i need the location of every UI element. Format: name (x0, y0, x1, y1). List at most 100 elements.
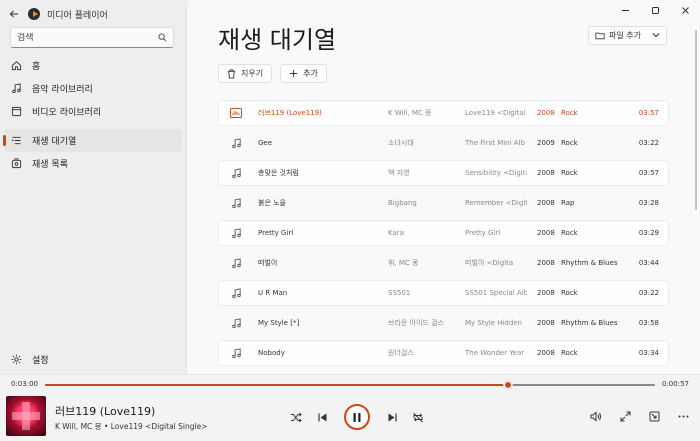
close-button[interactable] (670, 0, 700, 20)
track-title: My Style [*] (258, 319, 300, 327)
skip-next-icon (388, 413, 397, 421)
progress-thumb[interactable] (503, 381, 512, 389)
queue-row[interactable]: Pretty Girl Kara Pretty Girl 2008 Rock 03:29 (218, 220, 669, 246)
repeat-button[interactable] (409, 408, 427, 426)
nav-item-now-playing[interactable]: 재생 대기열 (3, 129, 182, 152)
music-note-icon (10, 83, 22, 95)
track-genre: Rock (561, 349, 578, 357)
elapsed-time: 0:03:00 (11, 380, 38, 388)
search-icon[interactable] (158, 33, 167, 42)
minimize-button[interactable] (610, 0, 640, 20)
video-icon (10, 106, 22, 118)
main-pane: 재생 대기열 파일 추가 지우기 추가 러브119 (Love119) K Wil… (186, 0, 700, 374)
back-button[interactable] (0, 0, 28, 28)
track-title: U R Man (258, 289, 288, 297)
nav-item-home[interactable]: 홈 (4, 54, 182, 77)
nav-item-settings[interactable]: 설정 (4, 348, 182, 371)
sidebar: 미디어 플레이어 홈 음악 라이브러리 비디오 라이브러리 (0, 0, 186, 374)
track-year: 2008 (537, 259, 555, 267)
track-year: 2008 (537, 109, 555, 117)
progress-fill (45, 384, 508, 386)
track-genre: Rock (561, 139, 578, 147)
add-button[interactable]: 추가 (280, 64, 327, 83)
nav-list: 홈 음악 라이브러리 비디오 라이브러리 재생 대기열 재생 목록 (0, 54, 186, 175)
track-genre: Rock (561, 109, 578, 117)
track-album: SS501 Special Alb (465, 289, 527, 297)
track-artist: 백 지영 (388, 169, 410, 177)
now-playing-title: 러브119 (Love119) (55, 405, 156, 418)
queue-row[interactable]: 떠벌이 휘, MC 몽 떠벌이 <Digita 2008 Rhythm & Blues 0… (218, 250, 669, 276)
clear-button[interactable]: 지우기 (218, 64, 273, 83)
page-title: 재생 대기열 (218, 26, 337, 54)
album-art[interactable] (6, 396, 46, 436)
mini-player-button[interactable] (645, 407, 663, 425)
track-title: 떠벌이 (258, 259, 278, 267)
queue-row[interactable]: Gee 소녀시대 The First Mini Alb 2009 Rock 03:22 (218, 130, 669, 156)
folder-icon (595, 32, 605, 40)
track-genre: Rock (561, 169, 578, 177)
player-bar: 0:03:00 0:00:57 러브119 (Love119) K Will, … (0, 374, 700, 441)
expand-icon (620, 411, 630, 421)
track-album: Remember <Digit (465, 199, 527, 207)
track-year: 2008 (537, 289, 555, 297)
nav-item-label: 비디오 라이브러리 (32, 108, 102, 118)
add-file-label: 파일 추가 (609, 31, 641, 40)
maximize-button[interactable] (640, 0, 670, 20)
track-album: Sensibility <Digita (465, 169, 527, 177)
music-note-icon (229, 167, 243, 179)
more-icon (678, 415, 688, 417)
shuffle-icon (291, 412, 302, 422)
track-year: 2008 (537, 319, 555, 327)
music-note-icon (229, 317, 243, 329)
add-file-button[interactable]: 파일 추가 (588, 26, 667, 45)
queue-row[interactable]: 러브119 (Love119) K Will, MC 몽 Love119 <Digi… (218, 100, 669, 126)
queue-row[interactable]: 붉은 노을 Bigbang Remember <Digit 2008 Rap 03:28 (218, 190, 669, 216)
volume-button[interactable] (587, 407, 605, 425)
previous-button[interactable] (313, 408, 331, 426)
nav-item-video-library[interactable]: 비디오 라이브러리 (4, 100, 182, 123)
playlist-icon (10, 158, 22, 170)
nav-item-label: 재생 대기열 (32, 137, 77, 147)
track-genre: Rap (561, 199, 575, 207)
queue-row[interactable]: Nobody 원더걸스 The Wonder Year 2008 Rock 03:34 (218, 340, 669, 366)
progress-bar[interactable] (45, 381, 655, 389)
plus-icon (289, 69, 298, 78)
track-duration: 03:57 (638, 109, 659, 117)
music-note-icon (229, 227, 243, 239)
close-icon (681, 6, 689, 14)
clear-label: 지우기 (241, 69, 264, 78)
queue-row[interactable]: My Style [*] 브라운 아이드 걸스 My Style Hidden 200… (218, 310, 669, 336)
more-options-button[interactable] (674, 407, 692, 425)
play-pause-button[interactable] (344, 404, 370, 430)
track-artist: 소녀시대 (388, 139, 414, 147)
track-genre: Rhythm & Blues (561, 319, 618, 327)
track-year: 2008 (537, 199, 555, 207)
track-title: 러브119 (Love119) (258, 109, 322, 117)
fullscreen-button[interactable] (616, 407, 634, 425)
search-input[interactable] (17, 32, 158, 43)
remaining-time: 0:00:57 (662, 380, 689, 388)
next-button[interactable] (383, 408, 401, 426)
track-genre: Rock (561, 229, 578, 237)
track-artist: 휘, MC 몽 (388, 259, 419, 267)
scrollbar[interactable] (695, 30, 697, 210)
track-title: 총맞은 것처럼 (258, 169, 299, 177)
nav-item-music-library[interactable]: 음악 라이브러리 (4, 77, 182, 100)
track-album: Love119 <Digital (465, 109, 526, 117)
track-year: 2008 (537, 229, 555, 237)
track-title: 붉은 노을 (258, 199, 286, 207)
queue-row[interactable]: 총맞은 것처럼 백 지영 Sensibility <Digita 2008 Rock 03… (218, 160, 669, 186)
shuffle-button[interactable] (287, 408, 305, 426)
nav-item-playlists[interactable]: 재생 목록 (4, 152, 182, 175)
track-genre: Rock (561, 289, 578, 297)
music-note-icon (229, 347, 243, 359)
track-year: 2009 (537, 139, 555, 147)
playback-controls (287, 404, 427, 430)
title-bar: 미디어 플레이어 (0, 0, 186, 28)
chevron-down-icon (652, 31, 660, 40)
skip-previous-icon (317, 413, 326, 421)
track-album: Pretty Girl (465, 229, 501, 237)
track-duration: 03:58 (638, 319, 659, 327)
queue-row[interactable]: U R Man SS501 SS501 Special Alb 2008 Rock 03:… (218, 280, 669, 306)
track-album: The Wonder Year (465, 349, 525, 357)
